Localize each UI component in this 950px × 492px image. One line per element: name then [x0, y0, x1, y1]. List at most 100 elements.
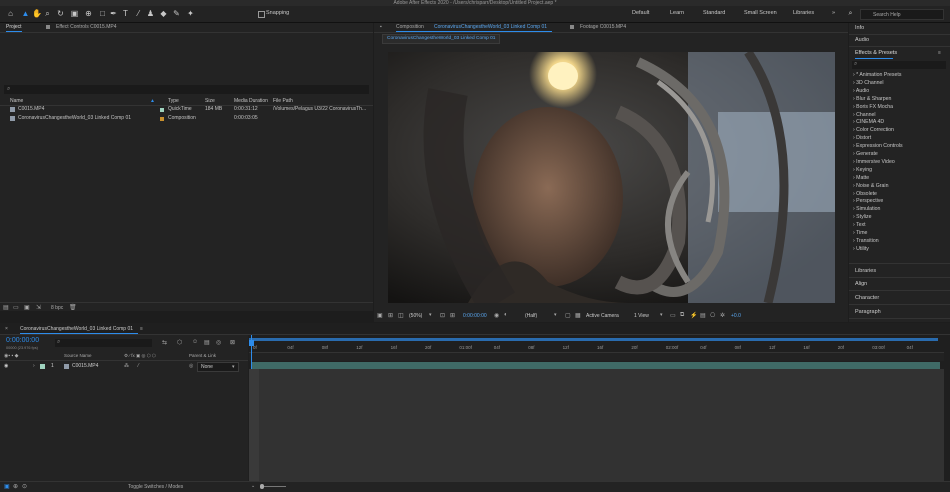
camera-dropdown[interactable]: Active Camera	[586, 313, 619, 319]
roto-brush-tool-icon[interactable]: ✎	[172, 9, 181, 18]
col-parent-link[interactable]: Parent & Link	[189, 353, 216, 358]
comp-timecode[interactable]: 0:00:00:00	[463, 313, 487, 319]
effects-category-item[interactable]: › Blur & Sharpen	[853, 96, 891, 104]
libraries-panel-header[interactable]: Libraries	[849, 263, 950, 278]
clone-stamp-tool-icon[interactable]: ♟	[146, 9, 155, 18]
effects-category-item[interactable]: › Time	[853, 230, 867, 238]
effects-category-item[interactable]: › Simulation	[853, 206, 880, 214]
expand-panes-icon[interactable]: ⊕	[13, 483, 18, 490]
toggle-pane-icon[interactable]: ⊙	[22, 483, 27, 490]
quality-switch-icon[interactable]: ⁄	[138, 363, 139, 369]
reset-exposure-icon[interactable]: ✲	[720, 312, 725, 319]
project-item-row[interactable]: CoronavirusChangestheWorld_03 Linked Com…	[0, 115, 373, 123]
brush-tool-icon[interactable]: ⁄	[134, 9, 143, 18]
sort-icon[interactable]: ▲	[150, 98, 155, 105]
expand-chevron-icon[interactable]: ›	[33, 363, 35, 369]
region-of-interest-icon[interactable]: ▢	[565, 312, 571, 319]
view-dropdown[interactable]: 1 View	[634, 313, 649, 319]
parent-dropdown[interactable]: None ▾	[197, 362, 239, 372]
transparency-grid-icon[interactable]: ▦	[575, 312, 581, 319]
snapshot-icon[interactable]: ◉	[494, 312, 499, 319]
flowchart-icon[interactable]: ⇲	[36, 304, 41, 311]
effects-category-item[interactable]: › Generate	[853, 151, 878, 159]
effects-category-item[interactable]: › Color Correction	[853, 127, 894, 135]
mask-visibility-icon[interactable]: ◫	[398, 312, 404, 319]
motion-blur-icon[interactable]: ◎	[216, 339, 221, 346]
effects-category-item[interactable]: › 3D Channel	[853, 80, 884, 88]
safe-zones-icon[interactable]: ⊞	[388, 312, 393, 319]
audio-panel-header[interactable]: Audio	[849, 35, 950, 47]
close-icon[interactable]: ×	[5, 326, 8, 332]
effects-category-item[interactable]: › Text	[853, 222, 866, 230]
effects-category-item[interactable]: › Stylize	[853, 214, 871, 222]
col-source-name[interactable]: Source Name	[64, 353, 92, 358]
collapse-switch-icon[interactable]: ⁂	[124, 363, 129, 369]
layer-duration-bar[interactable]	[251, 362, 940, 369]
layer-row[interactable]: ◉ › 1 C0015.MP4 ⁂ ⁄ ◎ None ▾	[0, 362, 248, 372]
effects-category-item[interactable]: › CINEMA 4D	[853, 119, 884, 127]
playhead-handle[interactable]	[249, 340, 254, 346]
trash-icon[interactable]: 🗑	[69, 304, 77, 311]
col-size[interactable]: Size	[205, 98, 215, 105]
exposure-value[interactable]: +0.0	[731, 313, 741, 319]
effects-category-item[interactable]: › Perspective	[853, 198, 883, 206]
workspace-standard[interactable]: Standard	[703, 10, 725, 16]
project-item-row[interactable]: C0015.MP4 QuickTime 184 MB 0:00:31:12 /V…	[0, 106, 373, 114]
label-color-swatch[interactable]	[40, 364, 45, 369]
home-icon[interactable]: ⌂	[6, 9, 15, 18]
lock-icon[interactable]	[46, 24, 50, 29]
puppet-tool-icon[interactable]: ✦	[186, 9, 195, 18]
col-name[interactable]: Name	[10, 98, 23, 105]
effects-category-item[interactable]: › Expression Controls	[853, 143, 903, 151]
effects-category-item[interactable]: › Noise & Grain	[853, 183, 888, 191]
col-duration[interactable]: Media Duration	[234, 98, 268, 105]
lock-icon[interactable]	[570, 24, 574, 29]
search-icon[interactable]: ⌕	[846, 9, 855, 18]
effects-panel-header[interactable]: Effects & Presets ≡	[849, 48, 950, 59]
comp-mini-flowchart-icon[interactable]: ⇆	[162, 339, 167, 346]
workspace-learn[interactable]: Learn	[670, 10, 684, 16]
preview-icon[interactable]: ▣	[377, 312, 383, 319]
effects-search-input[interactable]: ⌕	[852, 61, 946, 69]
3d-draft-icon[interactable]: ⧉	[680, 312, 684, 319]
tab-effect-controls[interactable]: Effect Controls C0015.MP4	[56, 24, 117, 30]
interpret-footage-icon[interactable]: ▤	[3, 304, 9, 311]
draft-3d-icon[interactable]: ⬡	[177, 339, 182, 346]
col-path[interactable]: File Path	[273, 98, 293, 105]
effects-category-item[interactable]: › Matte	[853, 175, 869, 183]
comp-tab-name[interactable]: CoronavirusChangestheWorld_03 Linked Com…	[434, 24, 547, 30]
current-time-display[interactable]: 0:00:00:00	[6, 337, 39, 344]
flowchart-icon[interactable]: ⎔	[710, 312, 715, 319]
rectangle-tool-icon[interactable]: □	[98, 9, 107, 18]
zoom-slider-thumb[interactable]	[260, 484, 264, 489]
resolution-dropdown[interactable]: (Half)	[525, 313, 537, 319]
align-panel-header[interactable]: Align	[849, 277, 950, 291]
rotate-tool-icon[interactable]: ↻	[56, 9, 65, 18]
search-help-input[interactable]: Search Help	[860, 9, 944, 20]
hand-tool-icon[interactable]: ✋	[32, 9, 42, 18]
shy-layers-icon[interactable]: ☺	[192, 339, 198, 345]
effects-category-item[interactable]: › Utility	[853, 246, 869, 254]
layer-search-input[interactable]: ⌕	[55, 339, 152, 347]
panel-menu-icon[interactable]: ≡	[140, 326, 143, 332]
toggle-switches-modes-button[interactable]: Toggle Switches / Modes	[128, 484, 183, 490]
workspace-default[interactable]: Default	[632, 10, 649, 16]
new-comp-icon[interactable]: ▣	[24, 304, 30, 311]
more-workspaces-icon[interactable]: »	[832, 10, 835, 16]
layout-icon[interactable]: ▭	[670, 312, 676, 319]
lock-icon[interactable]: ▪	[380, 24, 382, 30]
workspace-libraries[interactable]: Libraries	[793, 10, 814, 16]
zoom-tool-icon[interactable]: ⌕	[43, 9, 52, 18]
eraser-tool-icon[interactable]: ◆	[159, 9, 168, 18]
tab-project[interactable]: Project	[6, 24, 22, 30]
effects-category-item[interactable]: › Keying	[853, 167, 872, 175]
comp-viewer-image[interactable]	[388, 52, 835, 303]
bpc-button[interactable]: 8 bpc	[51, 305, 63, 311]
character-panel-header[interactable]: Character	[849, 291, 950, 305]
effects-category-item[interactable]: › Boris FX Mocha	[853, 104, 893, 112]
zoom-dropdown[interactable]: (50%)	[409, 313, 422, 319]
info-panel-header[interactable]: Info	[849, 23, 950, 35]
comp-subtab[interactable]: CoronavirusChangestheWorld_03 Linked Com…	[382, 34, 501, 44]
effects-category-item[interactable]: › Audio	[853, 88, 869, 96]
visibility-eye-icon[interactable]: ◉	[4, 363, 8, 369]
